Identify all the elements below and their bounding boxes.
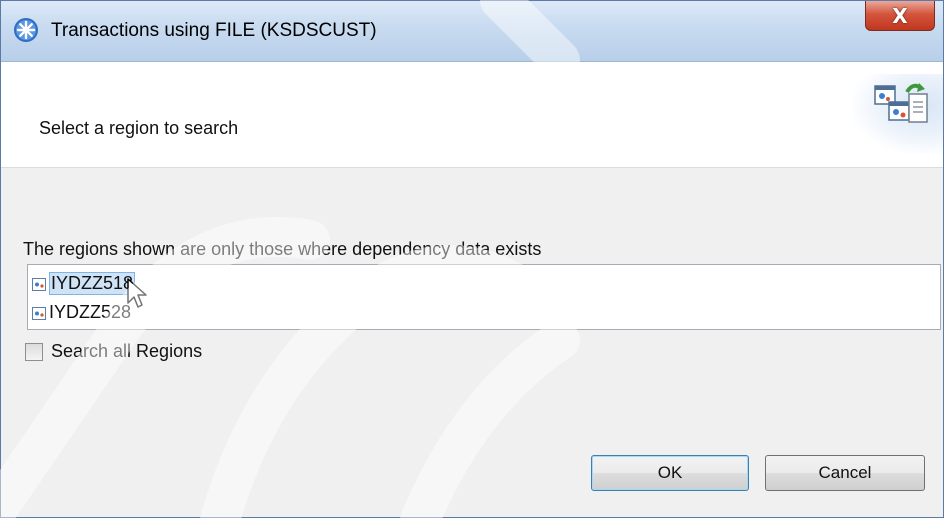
region-label: IYDZZ528 (49, 301, 132, 322)
list-item-region-1[interactable]: IYDZZ518 (32, 271, 136, 295)
region-list[interactable]: IYDZZ518 IYDZZ528 (27, 264, 941, 330)
wizard-description: Select a region to search (39, 118, 239, 138)
ok-button[interactable]: OK (591, 455, 749, 491)
window-title: Transactions using FILE (KSDSCUST) (51, 20, 377, 41)
regions-info-label: The regions shown are only those where d… (23, 239, 542, 259)
region-icon (32, 305, 47, 320)
title-bar[interactable]: Transactions using FILE (KSDSCUST) X (1, 1, 943, 62)
dialog-window: Transactions using FILE (KSDSCUST) X Sel… (0, 0, 944, 518)
search-all-regions-label: Search all Regions (51, 341, 203, 361)
close-button[interactable]: X (865, 1, 935, 31)
wizard-header: Select a region to search (1, 62, 943, 167)
region-wizard-icon (853, 74, 943, 154)
cancel-button[interactable]: Cancel (765, 455, 925, 491)
region-label: IYDZZ518 (49, 271, 136, 295)
search-all-regions-checkbox[interactable] (25, 342, 43, 361)
header-divider (1, 167, 943, 168)
close-icon: X (892, 3, 908, 28)
list-item-region-2[interactable]: IYDZZ528 (32, 301, 131, 323)
mouse-pointer-icon (126, 277, 148, 316)
asterisk-app-icon (13, 17, 39, 43)
region-icon (32, 276, 47, 291)
search-all-regions-option[interactable]: Search all Regions (25, 341, 202, 362)
